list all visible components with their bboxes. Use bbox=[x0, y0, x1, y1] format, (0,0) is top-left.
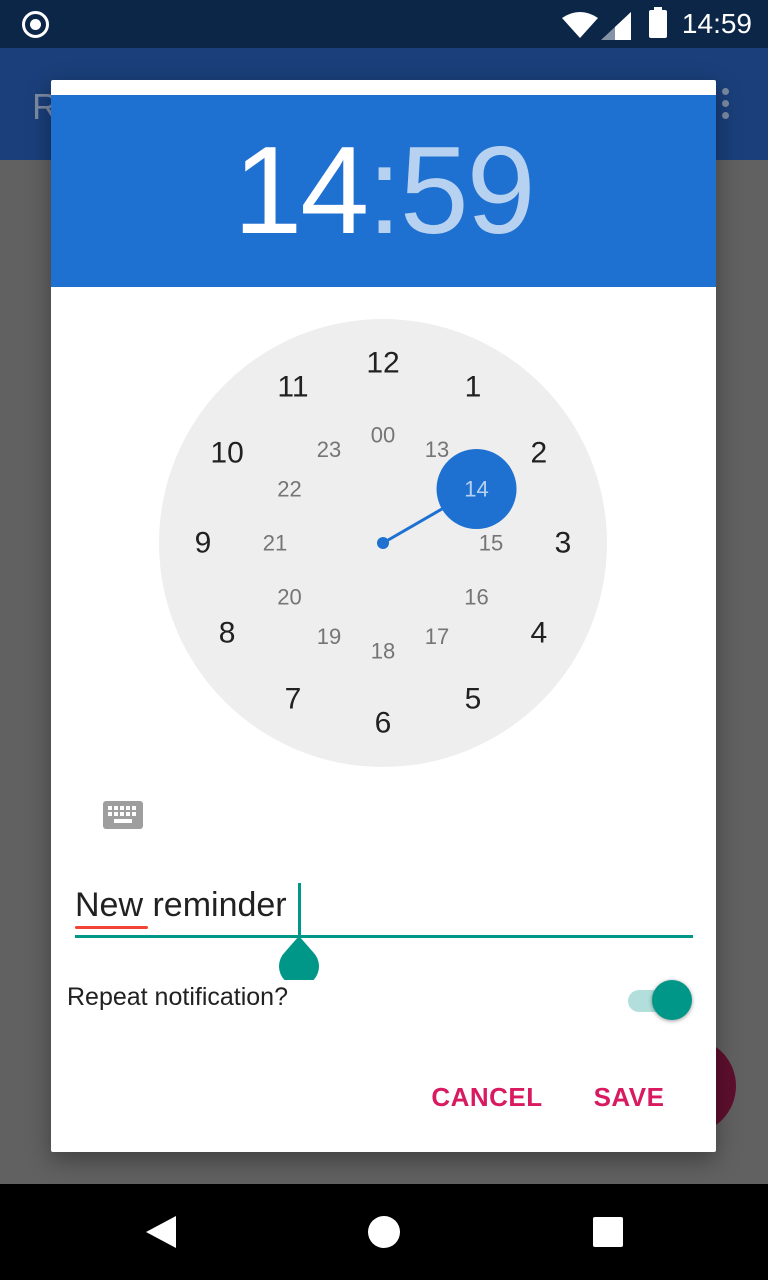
inner-hour-14[interactable]: 14 bbox=[464, 477, 488, 502]
outer-hour-10[interactable]: 10 bbox=[210, 437, 243, 470]
status-time: 14:59 bbox=[681, 8, 752, 39]
save-button[interactable]: SAVE bbox=[581, 1065, 677, 1129]
inner-hour-15[interactable]: 15 bbox=[479, 531, 503, 556]
inner-hour-00[interactable]: 00 bbox=[371, 423, 395, 448]
outer-hour-4[interactable]: 4 bbox=[531, 617, 548, 650]
inner-hour-16[interactable]: 16 bbox=[464, 585, 488, 610]
wifi-icon bbox=[562, 12, 598, 38]
outer-hour-3[interactable]: 3 bbox=[555, 527, 572, 560]
back-icon[interactable] bbox=[146, 1216, 176, 1248]
clock-dial[interactable]: 121234567891011001314151617181920212223 bbox=[159, 319, 607, 767]
outer-hour-5[interactable]: 5 bbox=[465, 682, 482, 715]
outer-hour-8[interactable]: 8 bbox=[219, 617, 236, 650]
time-separator: : bbox=[367, 122, 401, 260]
inner-hour-23[interactable]: 23 bbox=[317, 437, 341, 462]
cancel-button[interactable]: CANCEL bbox=[420, 1065, 554, 1129]
inner-hour-19[interactable]: 19 bbox=[317, 624, 341, 649]
text-cursor bbox=[298, 883, 301, 935]
more-options-icon[interactable] bbox=[722, 88, 730, 124]
dialog-actions: CANCEL SAVE bbox=[51, 1065, 716, 1129]
home-icon[interactable] bbox=[368, 1216, 400, 1248]
signal-icon bbox=[601, 12, 631, 40]
inner-hour-22[interactable]: 22 bbox=[277, 477, 301, 502]
repeat-label: Repeat notification? bbox=[67, 983, 288, 1011]
status-bar: 14:59 bbox=[0, 0, 768, 48]
inner-hour-20[interactable]: 20 bbox=[277, 585, 301, 610]
clock-center bbox=[377, 537, 389, 549]
repeat-switch[interactable] bbox=[628, 980, 694, 1020]
outer-hour-9[interactable]: 9 bbox=[195, 527, 212, 560]
minute-display[interactable]: 59 bbox=[400, 122, 536, 260]
repeat-row: Repeat notification? bbox=[67, 975, 697, 1023]
input-underline bbox=[75, 935, 693, 938]
outer-hour-2[interactable]: 2 bbox=[531, 437, 548, 470]
inner-hour-18[interactable]: 18 bbox=[371, 639, 395, 664]
reminder-text[interactable]: New reminder bbox=[75, 886, 287, 925]
outer-hour-7[interactable]: 7 bbox=[285, 682, 302, 715]
hour-display[interactable]: 14 bbox=[233, 122, 369, 260]
inner-hour-13[interactable]: 13 bbox=[425, 437, 449, 462]
cursor-handle[interactable] bbox=[279, 936, 319, 980]
outer-hour-6[interactable]: 6 bbox=[375, 707, 392, 740]
keyboard-icon[interactable] bbox=[103, 801, 143, 829]
clock-face[interactable]: 12 1 2 3 4 5 6 7 8 9 10 11 00 13 14 15 16 17 18 19 20 21 22 23 bbox=[159, 319, 607, 767]
recents-icon[interactable] bbox=[593, 1217, 623, 1247]
outer-hour-11[interactable]: 11 bbox=[277, 371, 308, 404]
outer-hour-1[interactable]: 1 bbox=[465, 371, 482, 404]
outer-hour-12[interactable]: 12 bbox=[366, 347, 399, 380]
reminder-input[interactable]: New reminder bbox=[75, 870, 693, 940]
switch-thumb[interactable] bbox=[652, 980, 692, 1020]
notification-icon bbox=[22, 11, 49, 38]
spellcheck-underline bbox=[75, 926, 148, 929]
time-picker-dialog: 14:59 12 1 2 3 4 5 6 7 8 9 10 11 00 13 14 15 16 17 18 19 20 2… bbox=[51, 80, 716, 1152]
time-header: 14:59 bbox=[51, 95, 716, 287]
time-display: 14:59 bbox=[51, 95, 716, 287]
inner-hour-17[interactable]: 17 bbox=[425, 624, 449, 649]
battery-icon bbox=[649, 7, 667, 38]
inner-hour-21[interactable]: 21 bbox=[263, 531, 287, 556]
